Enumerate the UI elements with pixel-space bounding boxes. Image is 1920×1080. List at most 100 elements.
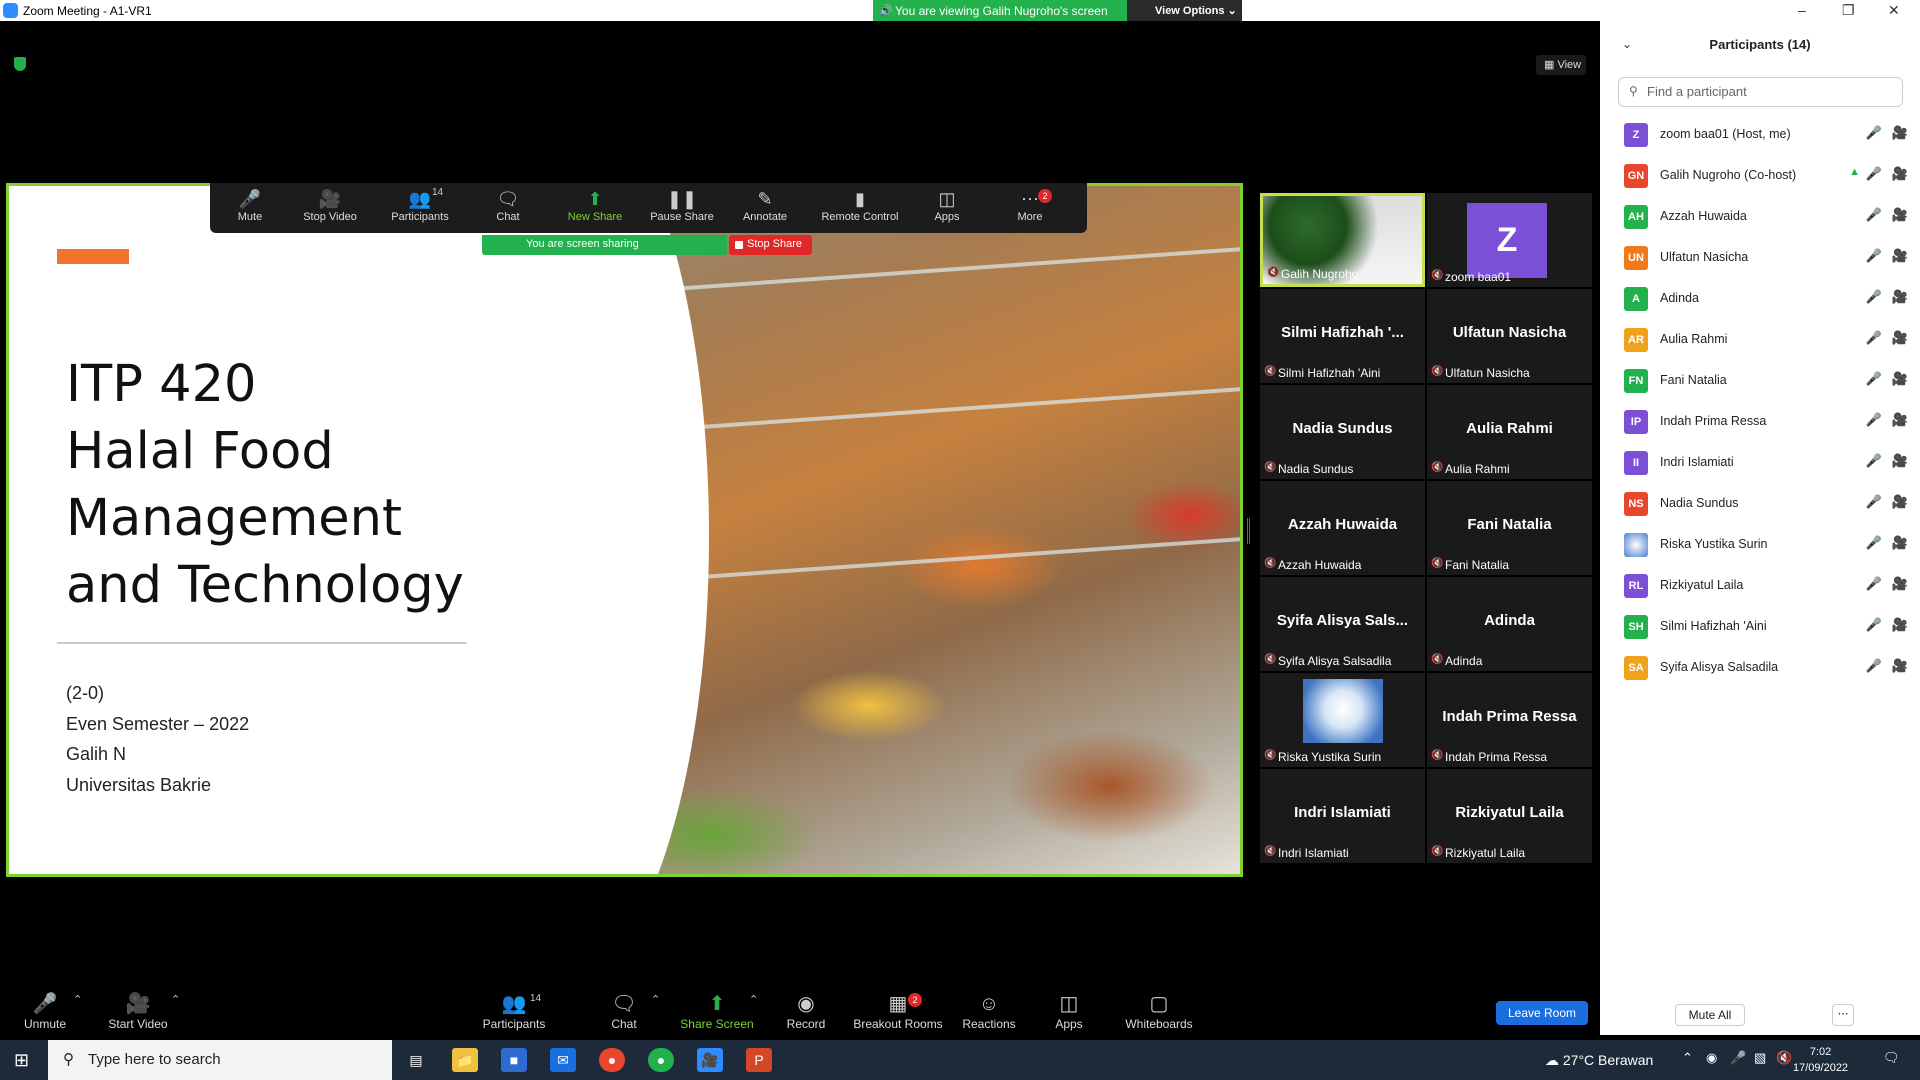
close-icon[interactable]: ✕ bbox=[1888, 2, 1900, 19]
chat-button[interactable]: 🗨 Chat bbox=[607, 991, 641, 1031]
video-tile-zoom-baa01[interactable]: Z zoom baa01 bbox=[1427, 193, 1592, 287]
apps-button[interactable]: ◫ Apps bbox=[907, 187, 987, 223]
list-item[interactable]: A Adinda 🎤 🎥 bbox=[1600, 278, 1920, 319]
video-off-icon[interactable]: 🎥 bbox=[1892, 412, 1908, 428]
list-item[interactable]: UN Ulfatun Nasicha 🎤 🎥 bbox=[1600, 237, 1920, 278]
stop-share-button[interactable]: Stop Share bbox=[729, 235, 812, 255]
record-button[interactable]: ◉ Record bbox=[783, 991, 829, 1031]
whiteboards-button[interactable]: ▢ Whiteboards bbox=[1124, 991, 1194, 1031]
list-item[interactable]: Riska Yustika Surin 🎤 🎥 bbox=[1600, 524, 1920, 565]
view-options-button[interactable]: View Options ⌄ bbox=[1127, 0, 1242, 21]
list-item[interactable]: AH Azzah Huwaida 🎤 🎥 bbox=[1600, 196, 1920, 237]
mic-muted-icon[interactable]: 🎤 bbox=[1866, 658, 1882, 674]
volume-muted-icon[interactable]: 🔇 bbox=[1776, 1050, 1792, 1066]
chevron-up-icon[interactable]: ⌃ bbox=[651, 993, 660, 1006]
remote-control-button[interactable]: ▮ Remote Control bbox=[810, 187, 910, 223]
list-item[interactable]: II Indri Islamiati 🎤 🎥 bbox=[1600, 442, 1920, 483]
video-tile[interactable]: Adinda Adinda bbox=[1427, 577, 1592, 671]
video-off-icon[interactable]: 🎥 bbox=[1892, 330, 1908, 346]
tray-chevron-up-icon[interactable]: ⌃ bbox=[1682, 1050, 1693, 1066]
mic-muted-icon[interactable]: 🎤 bbox=[1866, 330, 1882, 346]
list-item[interactable]: NS Nadia Sundus 🎤 🎥 bbox=[1600, 483, 1920, 524]
list-item[interactable]: AR Aulia Rahmi 🎤 🎥 bbox=[1600, 319, 1920, 360]
participants-button[interactable]: 👥 Participants 14 bbox=[380, 187, 460, 223]
battery-icon[interactable]: ▧ bbox=[1754, 1050, 1766, 1066]
notifications-icon[interactable]: 🗨 bbox=[1883, 1050, 1900, 1066]
video-off-icon[interactable]: 🎥 bbox=[1892, 125, 1908, 141]
mute-button[interactable]: 🎤 Mute bbox=[210, 187, 290, 223]
unmute-button[interactable]: 🎤 Unmute bbox=[20, 991, 70, 1031]
file-explorer-icon[interactable]: 📁 bbox=[452, 1048, 478, 1072]
mic-muted-icon[interactable]: 🎤 bbox=[1866, 576, 1882, 592]
video-off-icon[interactable]: 🎥 bbox=[1892, 289, 1908, 305]
video-off-icon[interactable]: 🎥 bbox=[1892, 453, 1908, 469]
list-item[interactable]: RL Rizkiyatul Laila 🎤 🎥 bbox=[1600, 565, 1920, 606]
more-options-button[interactable]: ⋯ bbox=[1832, 1004, 1854, 1026]
video-tile[interactable]: Rizkiyatul Laila Rizkiyatul Laila bbox=[1427, 769, 1592, 863]
video-tile[interactable]: Indri Islamiati Indri Islamiati bbox=[1260, 769, 1425, 863]
mic-muted-icon[interactable]: 🎤 bbox=[1866, 453, 1882, 469]
video-off-icon[interactable]: 🎥 bbox=[1892, 576, 1908, 592]
video-tile-galih[interactable]: Galih Nugroho bbox=[1260, 193, 1425, 287]
video-tile[interactable]: Ulfatun Nasicha Ulfatun Nasicha bbox=[1427, 289, 1592, 383]
video-off-icon[interactable]: 🎥 bbox=[1892, 494, 1908, 510]
chat-button[interactable]: 🗨 Chat bbox=[468, 187, 548, 223]
new-share-button[interactable]: ⬆ New Share bbox=[555, 187, 635, 223]
mic-muted-icon[interactable]: 🎤 bbox=[1866, 412, 1882, 428]
pause-share-button[interactable]: ❚❚ Pause Share bbox=[642, 187, 722, 223]
zoom-icon[interactable]: 🎥 bbox=[697, 1048, 723, 1072]
system-clock[interactable]: 7:02 17/09/2022 bbox=[1793, 1044, 1848, 1076]
chevron-up-icon[interactable]: ⌃ bbox=[171, 993, 180, 1006]
microphone-icon[interactable]: 🎤 bbox=[1730, 1050, 1746, 1066]
video-off-icon[interactable]: 🎥 bbox=[1892, 535, 1908, 551]
more-button[interactable]: ⋯ More 2 bbox=[990, 187, 1070, 223]
taskbar-search-input[interactable]: ⚲ Type here to search bbox=[48, 1040, 392, 1080]
list-item[interactable]: SH Silmi Hafizhah 'Aini 🎤 🎥 bbox=[1600, 606, 1920, 647]
video-camera-icon[interactable]: 🎥 bbox=[1892, 166, 1908, 182]
windows-start-icon[interactable]: ⊞ bbox=[14, 1050, 29, 1071]
chevron-up-icon[interactable]: ⌃ bbox=[73, 993, 82, 1006]
mic-muted-icon[interactable]: 🎤 bbox=[1866, 125, 1882, 141]
powerpoint-icon[interactable]: P bbox=[746, 1048, 772, 1072]
apps-button[interactable]: ◫ Apps bbox=[1054, 991, 1084, 1031]
video-off-icon[interactable]: 🎥 bbox=[1892, 207, 1908, 223]
shared-screen[interactable]: ITP 420 Halal Food Management and Techno… bbox=[6, 183, 1243, 877]
list-item[interactable]: SA Syifa Alisya Salsadila 🎤 🎥 bbox=[1600, 647, 1920, 688]
participants-button[interactable]: 👥 Participants 14 bbox=[478, 991, 550, 1031]
participant-search-input[interactable]: ⚲ Find a participant bbox=[1618, 77, 1903, 107]
breakout-rooms-button[interactable]: ▦ Breakout Rooms 2 bbox=[853, 991, 943, 1031]
share-screen-button[interactable]: ⬆ Share Screen bbox=[680, 991, 754, 1031]
annotate-button[interactable]: ✎ Annotate bbox=[725, 187, 805, 223]
mic-muted-icon[interactable]: 🎤 bbox=[1866, 617, 1882, 633]
video-tile[interactable]: Indah Prima Ressa Indah Prima Ressa bbox=[1427, 673, 1592, 767]
video-off-icon[interactable]: 🎥 bbox=[1892, 617, 1908, 633]
mail-icon[interactable]: ✉ bbox=[550, 1048, 576, 1072]
resize-grip[interactable] bbox=[1247, 518, 1250, 544]
video-tile[interactable]: Syifa Alisya Sals... Syifa Alisya Salsad… bbox=[1260, 577, 1425, 671]
weather-status[interactable]: ☁ 27°C Berawan bbox=[1545, 1052, 1653, 1069]
video-tile[interactable]: Riska Yustika Surin bbox=[1260, 673, 1425, 767]
video-off-icon[interactable]: 🎥 bbox=[1892, 371, 1908, 387]
list-item[interactable]: GN Galih Nugroho (Co-host) ▲ 🎤 🎥 bbox=[1600, 155, 1920, 196]
video-tile[interactable]: Nadia Sundus Nadia Sundus bbox=[1260, 385, 1425, 479]
video-tile[interactable]: Fani Natalia Fani Natalia bbox=[1427, 481, 1592, 575]
store-icon[interactable]: ■ bbox=[501, 1048, 527, 1072]
mic-muted-icon[interactable]: 🎤 bbox=[1866, 535, 1882, 551]
view-button[interactable]: ▦ View bbox=[1536, 55, 1586, 75]
mic-muted-icon[interactable]: 🎤 bbox=[1866, 248, 1882, 264]
leave-room-button[interactable]: Leave Room bbox=[1496, 1001, 1588, 1025]
chrome-profile-icon[interactable]: ● bbox=[648, 1048, 674, 1072]
video-tile[interactable]: Silmi Hafizhah '... Silmi Hafizhah 'Aini bbox=[1260, 289, 1425, 383]
chevron-up-icon[interactable]: ⌃ bbox=[749, 993, 758, 1006]
restore-icon[interactable]: ❐ bbox=[1842, 2, 1855, 19]
network-icon[interactable]: ◉ bbox=[1706, 1050, 1717, 1066]
chrome-icon[interactable]: ● bbox=[599, 1048, 625, 1072]
video-tile[interactable]: Aulia Rahmi Aulia Rahmi bbox=[1427, 385, 1592, 479]
video-tile[interactable]: Azzah Huwaida Azzah Huwaida bbox=[1260, 481, 1425, 575]
list-item[interactable]: Zzoom baa01 (Host, me) 🎤 🎥 bbox=[1600, 114, 1920, 155]
mic-muted-icon[interactable]: 🎤 bbox=[1866, 207, 1882, 223]
microphone-icon[interactable]: 🎤 bbox=[1866, 166, 1882, 182]
list-item[interactable]: IP Indah Prima Ressa 🎤 🎥 bbox=[1600, 401, 1920, 442]
list-item[interactable]: FN Fani Natalia 🎤 🎥 bbox=[1600, 360, 1920, 401]
mic-muted-icon[interactable]: 🎤 bbox=[1866, 494, 1882, 510]
